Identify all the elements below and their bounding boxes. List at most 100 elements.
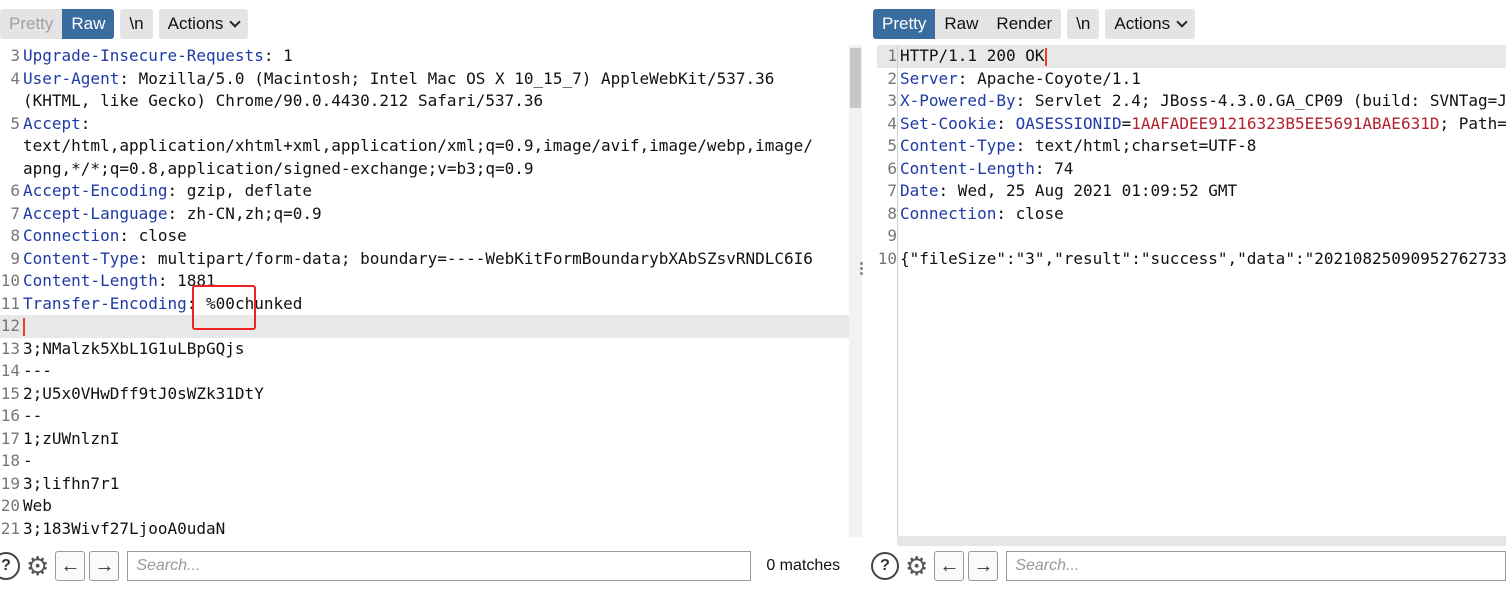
code-line: 10 Content-Length: 1881 (0, 270, 849, 293)
code-line: 19 3;lifhn7r1 (0, 473, 849, 496)
line-content: Date: Wed, 25 Aug 2021 01:09:52 GMT (897, 180, 1237, 203)
tab-render[interactable]: Render (987, 9, 1061, 39)
code-line: apng,*/*;q=0.8,application/signed-exchan… (0, 158, 849, 181)
line-content: 3;183Wivf27LjooA0udaN (20, 518, 225, 538)
line-content: 2;U5x0VHwDff9tJ0sWZk31DtY (20, 383, 264, 406)
code-line: 11 Transfer-Encoding: %00chunked (0, 293, 849, 316)
header-colon: : (1015, 136, 1026, 155)
gear-icon[interactable]: ⚙ (905, 551, 928, 581)
line-number: 18 (0, 451, 20, 470)
header-name: Content-Length (900, 158, 1035, 178)
tab-raw[interactable]: Raw (935, 9, 987, 39)
newline-toggle-button[interactable]: \n (120, 9, 153, 39)
line-content: 3;lifhn7r1 (20, 473, 119, 496)
line-content: Server: Apache-Coyote/1.1 (897, 68, 1141, 91)
tab-pretty[interactable]: Pretty (0, 9, 62, 39)
header-value: 3;183Wivf27LjooA0udaN (23, 518, 226, 538)
help-icon[interactable]: ? (871, 552, 899, 580)
code-line: 8 Connection: close (877, 203, 1506, 226)
line-content: Connection: close (897, 203, 1064, 226)
line-content: X-Powered-By: Servlet 2.4; JBoss-4.3.0.G… (897, 90, 1506, 113)
response-view-tabs: Pretty Raw Render (873, 9, 1062, 39)
line-number: 8 (887, 203, 897, 223)
arrow-left-icon[interactable]: ← (934, 551, 965, 581)
header-value: Mozilla/5.0 (Macintosh; Intel Mac OS X 1… (128, 68, 775, 88)
actions-button[interactable]: Actions (1105, 9, 1196, 39)
code-line: text/html,application/xhtml+xml,applicat… (0, 135, 849, 158)
gear-icon[interactable]: ⚙ (26, 551, 49, 581)
chevron-down-icon (229, 15, 242, 28)
line-number (0, 90, 20, 113)
code-line: 6 Content-Length: 74 (877, 158, 1506, 181)
header-value: {"fileSize":"3","result":"success","data… (900, 248, 1506, 268)
line-number (0, 158, 20, 181)
header-name: Date (900, 181, 939, 200)
header-value: text/html,application/xhtml+xml,applicat… (23, 136, 813, 155)
scrollbar-thumb[interactable] (850, 48, 861, 108)
help-icon[interactable]: ? (0, 552, 20, 580)
code-line: 17 1;zUWnlznI (0, 428, 849, 451)
request-editor[interactable]: 3 Upgrade-Insecure-Requests: 1 4 User-Agent… (0, 45, 849, 537)
header-value: Apache-Coyote/1.1 (967, 68, 1141, 88)
line-content: 3;NMalzk5XbL1G1uLBpGQjs (20, 338, 245, 361)
request-vertical-scrollbar[interactable] (849, 45, 862, 537)
newline-toggle-button[interactable]: \n (1067, 9, 1100, 39)
line-number: 14 (0, 361, 20, 380)
request-view-tabs: Pretty Raw (0, 9, 115, 39)
header-value: zh-CN,zh;q=0.9 (177, 203, 322, 223)
header-colon: : (938, 181, 949, 200)
code-line: 7 Date: Wed, 25 Aug 2021 01:09:52 GMT (877, 180, 1506, 203)
line-number: 10 (0, 271, 20, 290)
code-line: 4 Set-Cookie: OASESSIONID=1AAFADEE9121632… (877, 113, 1506, 136)
line-content: -- (20, 405, 42, 428)
pane-splitter-handle[interactable] (857, 260, 865, 280)
arrow-right-icon[interactable]: → (968, 551, 999, 581)
header-name: Connection (900, 203, 997, 223)
tab-pretty[interactable]: Pretty (873, 9, 936, 39)
code-line: 9 Content-Type: multipart/form-data; boun… (0, 248, 849, 271)
code-line: 3 Upgrade-Insecure-Requests: 1 (0, 45, 849, 68)
text-cursor (23, 317, 25, 336)
header-name: Server (900, 68, 958, 88)
line-content: Set-Cookie: OASESSIONID=1AAFADEE91216323… (897, 113, 1506, 136)
code-line: 3 X-Powered-By: Servlet 2.4; JBoss-4.3.0.… (877, 90, 1506, 113)
line-number: 6 (10, 181, 20, 200)
code-line: 16 -- (0, 405, 849, 428)
line-number: 1 (887, 46, 897, 65)
header-colon: : (119, 68, 129, 88)
line-number: 4 (887, 113, 897, 133)
response-editor[interactable]: 1 HTTP/1.1 200 OK 2 Server: Apache-Coyote/1… (877, 45, 1506, 537)
match-count: 0 matches (766, 557, 841, 574)
header-name: Content-Type (23, 248, 139, 268)
line-content: --- (20, 360, 52, 383)
cookie-tail: ; Path=/ (1439, 113, 1506, 133)
line-number: 13 (0, 338, 20, 358)
header-value: Wed, 25 Aug 2021 01:09:52 GMT (948, 181, 1238, 200)
line-number: 9 (10, 248, 20, 268)
code-line: (KHTML, like Gecko) Chrome/90.0.4430.212… (0, 90, 849, 113)
line-content: 1;zUWnlznI (20, 428, 119, 451)
line-number: 4 (10, 68, 20, 88)
header-value: 3;lifhn7r1 (23, 473, 120, 493)
arrow-right-icon[interactable]: → (89, 551, 120, 581)
header-value: -- (23, 406, 43, 425)
header-name: X-Powered-By (900, 91, 1016, 110)
code-line: 4 User-Agent: Mozilla/5.0 (Macintosh; Int… (0, 68, 849, 91)
cookie-value: 1AAFADEE91216323B5EE5691ABAE631D (1131, 113, 1440, 133)
line-number: 16 (0, 406, 20, 425)
response-horizontal-scrollbar[interactable] (897, 536, 1506, 546)
line-number: 21 (0, 518, 20, 538)
tab-raw[interactable]: Raw (62, 9, 115, 39)
header-value: --- (23, 361, 52, 380)
search-input[interactable] (1006, 551, 1506, 581)
actions-button[interactable]: Actions (158, 9, 249, 39)
arrow-left-icon[interactable]: ← (55, 551, 86, 581)
line-number: 15 (0, 383, 20, 403)
line-content: apng,*/*;q=0.8,application/signed-exchan… (20, 158, 534, 181)
request-toolbar: Pretty Raw \n Actions (0, 9, 254, 39)
code-line: 15 2;U5x0VHwDff9tJ0sWZk31DtY (0, 383, 849, 406)
header-value: 3;NMalzk5XbL1G1uLBpGQjs (23, 338, 245, 358)
search-input[interactable] (127, 551, 752, 581)
line-number: 20 (0, 496, 20, 515)
header-value: apng,*/*;q=0.8,application/signed-exchan… (23, 158, 534, 178)
